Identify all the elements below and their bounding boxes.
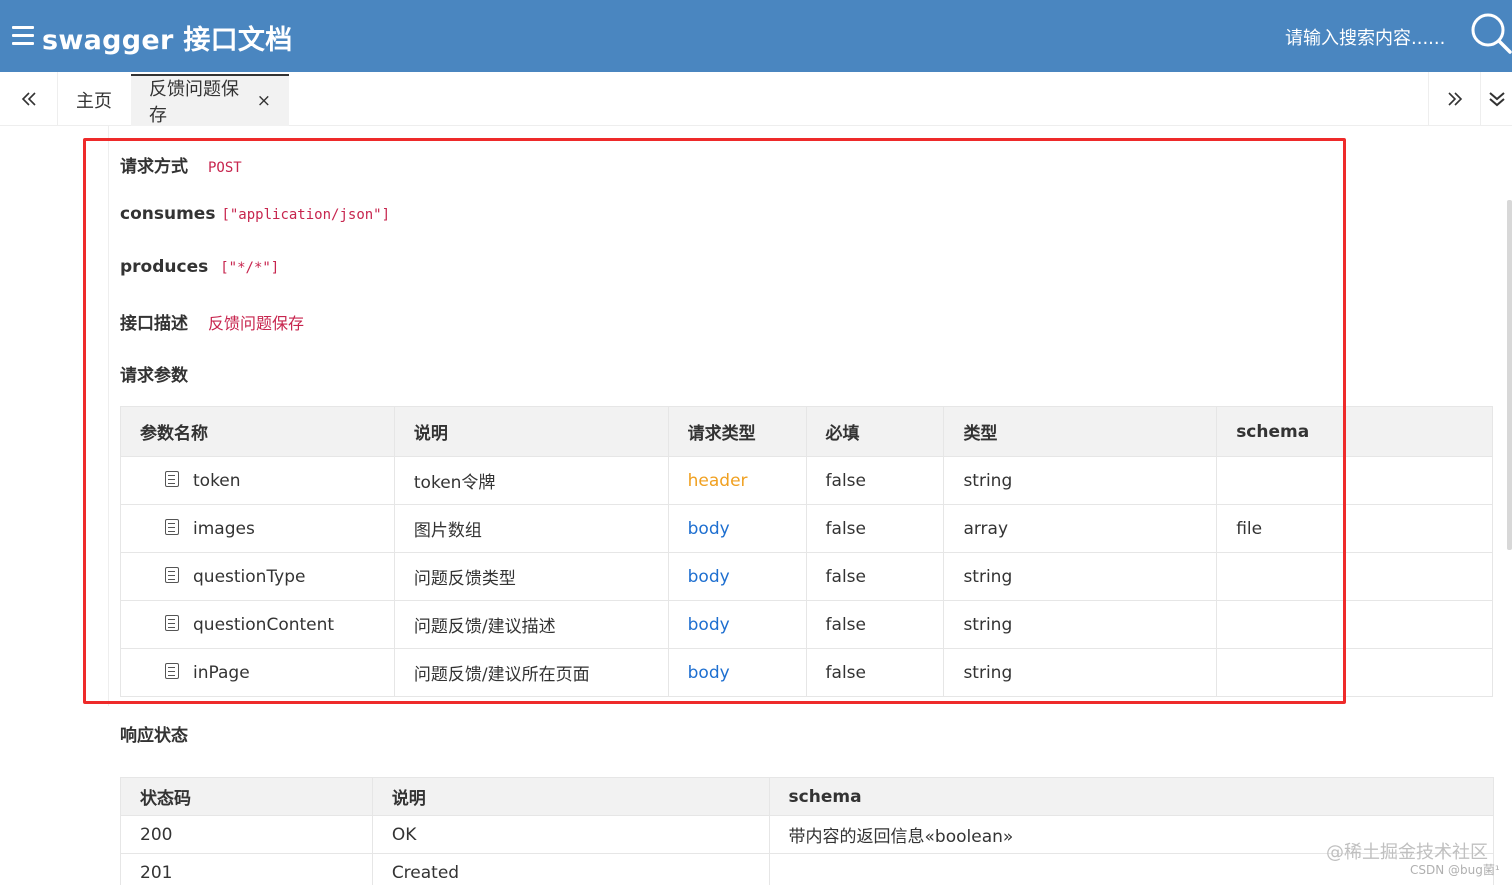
app-header: swagger 接口文档 请输入搜索内容...... xyxy=(0,0,1512,72)
table-row: questionContent 问题反馈/建议描述 body false str… xyxy=(120,600,1493,649)
response-header-row: 状态码 说明 schema xyxy=(120,777,1495,816)
app-title: swagger 接口文档 xyxy=(42,25,293,56)
param-name: questionType xyxy=(193,566,306,587)
col-header-required: 必填 xyxy=(805,406,945,457)
param-name-cell: images xyxy=(120,504,395,553)
tab-scroll-left-button[interactable] xyxy=(0,72,58,126)
param-type: string xyxy=(943,456,1218,505)
double-chevron-right-icon xyxy=(1447,92,1462,106)
param-required: false xyxy=(805,600,945,649)
col-header-name: 参数名称 xyxy=(120,406,395,457)
param-in: body xyxy=(667,600,807,649)
param-in: body xyxy=(667,504,807,553)
param-name: inPage xyxy=(193,662,250,683)
param-schema xyxy=(1216,600,1493,649)
param-desc: 问题反馈类型 xyxy=(393,552,669,601)
param-schema xyxy=(1216,456,1493,505)
param-required: false xyxy=(805,504,945,553)
param-in: body xyxy=(667,648,807,697)
param-desc: 问题反馈/建议所在页面 xyxy=(393,648,669,697)
param-schema xyxy=(1216,648,1493,697)
tab-menu-button[interactable] xyxy=(1480,72,1512,126)
response-code: 200 xyxy=(120,815,373,854)
param-name-cell: inPage xyxy=(120,648,395,697)
col-header-type: 类型 xyxy=(943,406,1218,457)
search-input[interactable]: 请输入搜索内容...... xyxy=(1285,24,1445,50)
double-chevron-down-icon xyxy=(1488,92,1505,107)
consumes-row: consumes ["application/json"] xyxy=(120,204,390,224)
param-name-cell: token xyxy=(120,456,395,505)
double-chevron-left-icon xyxy=(21,92,36,106)
tab-active-label: 反馈问题保存 xyxy=(149,79,239,126)
table-row: inPage 问题反馈/建议所在页面 body false string xyxy=(120,648,1493,697)
watermark-sub: CSDN @bug菌¹ xyxy=(1410,863,1500,877)
col-header-desc: 说明 xyxy=(371,777,770,816)
table-row: 200 OK 带内容的返回信息«boolean» xyxy=(120,815,1495,854)
close-icon[interactable]: × xyxy=(257,91,271,111)
param-type: string xyxy=(943,552,1218,601)
tab-scroll-right-button[interactable] xyxy=(1428,72,1480,126)
param-in: header xyxy=(667,456,807,505)
document-icon xyxy=(165,470,179,487)
params-table: 参数名称 说明 请求类型 必填 类型 schema token token令牌 … xyxy=(120,406,1493,697)
col-header-schema: schema xyxy=(1216,406,1493,457)
response-desc: OK xyxy=(371,815,770,854)
params-section-title: 请求参数 xyxy=(120,366,188,386)
response-desc: Created xyxy=(371,853,770,885)
col-header-desc: 说明 xyxy=(393,406,669,457)
param-required: false xyxy=(805,456,945,505)
tab-bar: 主页 反馈问题保存 × xyxy=(0,72,1512,126)
param-in: body xyxy=(667,552,807,601)
col-header-schema: schema xyxy=(768,777,1495,816)
table-row: 201 Created xyxy=(120,853,1495,885)
response-table: 状态码 说明 schema 200 OK 带内容的返回信息«boolean» 2… xyxy=(120,777,1495,885)
menu-icon[interactable] xyxy=(12,26,34,46)
table-row: questionType 问题反馈类型 body false string xyxy=(120,552,1493,601)
params-header-row: 参数名称 说明 请求类型 必填 类型 schema xyxy=(120,406,1493,457)
param-required: false xyxy=(805,552,945,601)
scrollbar[interactable] xyxy=(1507,200,1512,550)
param-required: false xyxy=(805,648,945,697)
param-type: string xyxy=(943,600,1218,649)
request-method-row: 请求方式 POST xyxy=(120,152,242,177)
request-method-label: 请求方式 xyxy=(120,157,188,177)
document-icon xyxy=(165,662,179,679)
param-desc: 问题反馈/建议描述 xyxy=(393,600,669,649)
col-header-code: 状态码 xyxy=(120,777,373,816)
produces-label: produces xyxy=(120,257,209,277)
response-section-title: 响应状态 xyxy=(120,726,188,746)
param-name: token xyxy=(193,470,241,491)
table-row: images 图片数组 body false array file xyxy=(120,504,1493,553)
param-name-cell: questionContent xyxy=(120,600,395,649)
content-divider xyxy=(108,126,109,706)
description-value: 反馈问题保存 xyxy=(208,314,305,333)
document-icon xyxy=(165,518,179,535)
col-header-in: 请求类型 xyxy=(667,406,807,457)
produces-row: produces ["*/*"] xyxy=(120,257,279,277)
consumes-value: ["application/json"] xyxy=(221,207,391,223)
request-method-value: POST xyxy=(208,160,242,176)
consumes-label: consumes xyxy=(120,204,216,224)
tab-home[interactable]: 主页 xyxy=(58,74,130,126)
param-schema xyxy=(1216,552,1493,601)
description-row: 接口描述 反馈问题保存 xyxy=(120,309,304,334)
param-name: images xyxy=(193,518,255,539)
param-schema: file xyxy=(1216,504,1493,553)
response-code: 201 xyxy=(120,853,373,885)
description-label: 接口描述 xyxy=(120,314,188,334)
produces-value: ["*/*"] xyxy=(220,260,280,276)
search-icon[interactable] xyxy=(1468,10,1512,54)
document-icon xyxy=(165,566,179,583)
tab-feedback-save[interactable]: 反馈问题保存 × xyxy=(131,74,289,126)
param-desc: 图片数组 xyxy=(393,504,669,553)
param-type: array xyxy=(943,504,1218,553)
table-row: token token令牌 header false string xyxy=(120,456,1493,505)
param-name-cell: questionType xyxy=(120,552,395,601)
param-type: string xyxy=(943,648,1218,697)
param-name: questionContent xyxy=(193,614,335,635)
param-desc: token令牌 xyxy=(393,456,669,505)
tab-home-label: 主页 xyxy=(76,91,112,112)
document-icon xyxy=(165,614,179,631)
